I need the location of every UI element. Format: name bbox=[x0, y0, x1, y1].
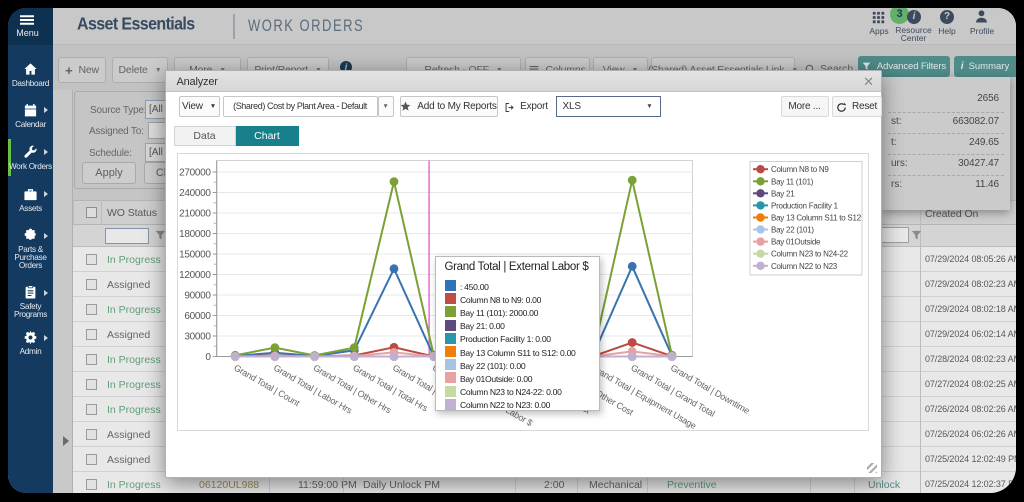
svg-text:120000: 120000 bbox=[179, 270, 211, 281]
svg-text:90000: 90000 bbox=[184, 290, 211, 301]
svg-text:Bay 11 (101): Bay 11 (101) bbox=[771, 177, 814, 186]
svg-text:60000: 60000 bbox=[184, 311, 211, 322]
svg-text:Production Facility 1: Production Facility 1 bbox=[771, 201, 839, 210]
svg-text:Column N23 to N24-22: Column N23 to N24-22 bbox=[771, 249, 849, 258]
svg-text:Column N8 to N9: Column N8 to N9 bbox=[771, 165, 829, 174]
svg-text:270000: 270000 bbox=[179, 167, 211, 178]
svg-text:Bay 01Outside: Bay 01Outside bbox=[771, 237, 821, 246]
svg-text:Bay 13 Column S11 to S12: Bay 13 Column S11 to S12 bbox=[771, 213, 862, 222]
svg-text:Bay 22 (101): Bay 22 (101) bbox=[771, 225, 814, 234]
svg-text:210000: 210000 bbox=[179, 208, 211, 219]
svg-text:Column N22 to N23: Column N22 to N23 bbox=[771, 261, 838, 270]
svg-text:180000: 180000 bbox=[179, 229, 211, 240]
svg-text:150000: 150000 bbox=[179, 249, 211, 260]
svg-text:30000: 30000 bbox=[184, 331, 211, 342]
svg-text:Grand Total | Count: Grand Total | Count bbox=[232, 362, 302, 408]
svg-text:240000: 240000 bbox=[179, 188, 211, 199]
svg-text:0: 0 bbox=[205, 352, 211, 363]
svg-text:Bay 21: Bay 21 bbox=[771, 189, 795, 198]
